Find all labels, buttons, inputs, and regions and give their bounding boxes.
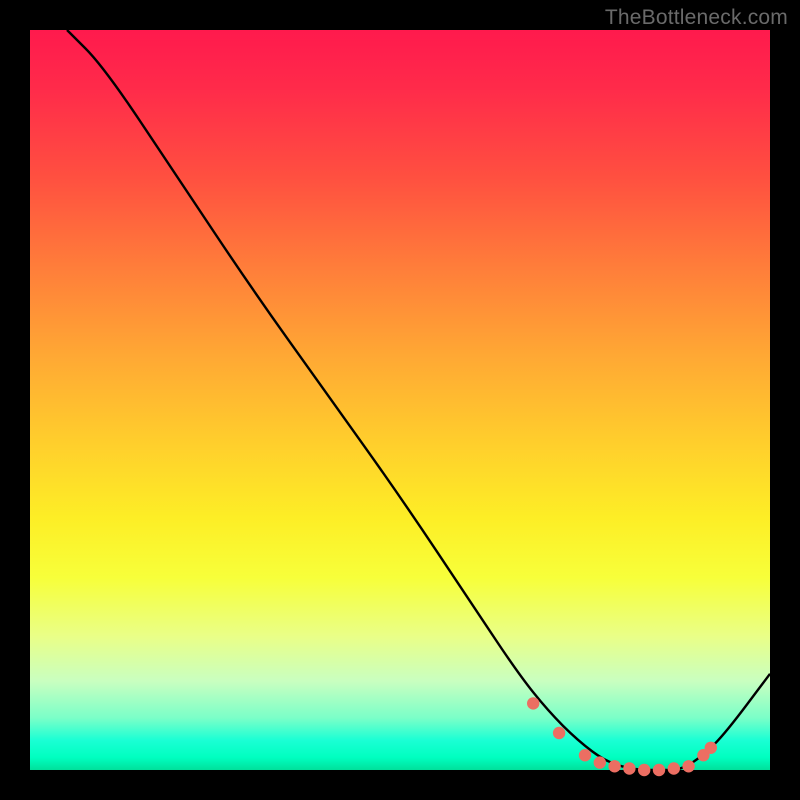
chart-frame: TheBottleneck.com — [0, 0, 800, 800]
chart-svg — [30, 30, 770, 770]
curve-marker — [579, 749, 591, 761]
curve-marker — [653, 764, 665, 776]
attribution-label: TheBottleneck.com — [605, 6, 788, 30]
curve-marker — [594, 756, 606, 768]
curve-marker — [638, 764, 650, 776]
curve-markers — [527, 697, 717, 776]
curve-marker — [623, 762, 635, 774]
curve-marker — [682, 760, 694, 772]
curve-marker — [668, 762, 680, 774]
curve-marker — [705, 742, 717, 754]
curve-marker — [553, 727, 565, 739]
curve-marker — [608, 760, 620, 772]
bottleneck-curve — [67, 30, 770, 770]
curve-marker — [527, 697, 539, 709]
